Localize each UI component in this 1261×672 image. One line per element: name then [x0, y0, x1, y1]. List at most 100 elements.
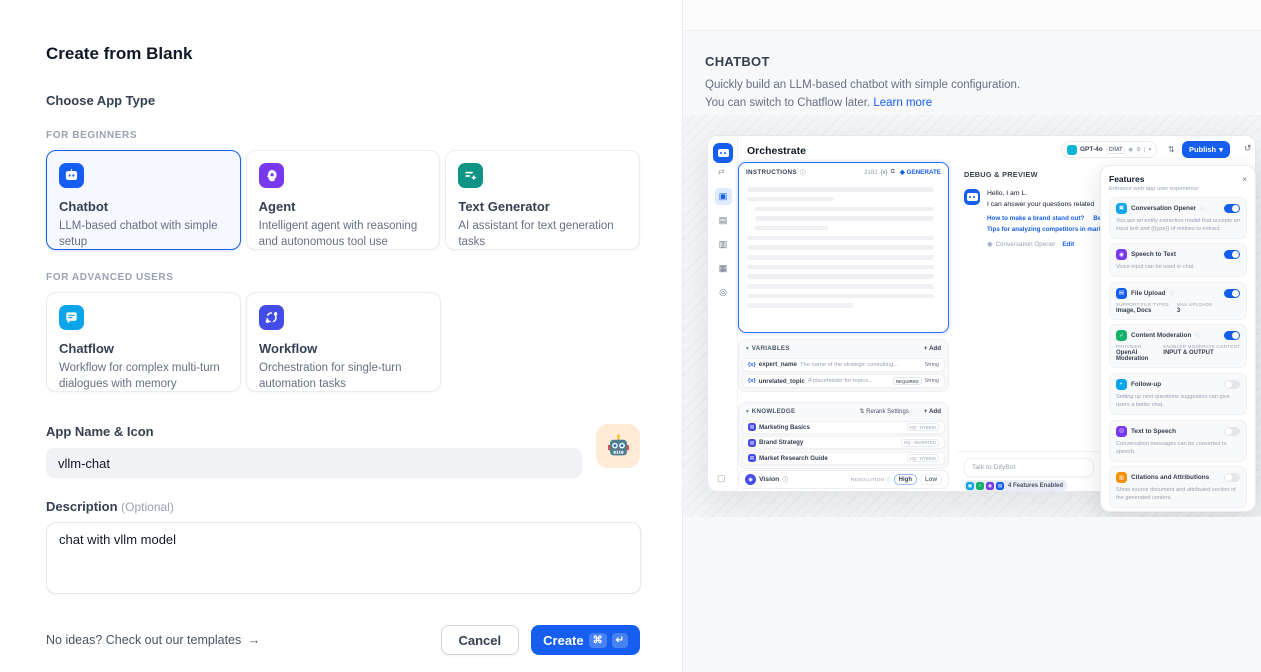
vision-row: ◉ Vision ⓘ RESOLUTION ⓘ High Low	[738, 470, 949, 489]
features-title: Features	[1109, 174, 1144, 184]
preview-illustration: ⇄ ▣ ▤ ▥ ▦ ◎ ▢ Orchestrate GPT-4o CHAT ◉ …	[683, 115, 1261, 517]
document-icon: ▤	[748, 454, 756, 462]
app-type-name: Chatbot	[59, 199, 228, 214]
add-variable-button: + Add	[924, 345, 941, 352]
features-panel: Features × Enhance web app user experien…	[1100, 165, 1256, 512]
knowledge-tag: HQ · HYBRID	[907, 454, 940, 462]
text-to-speech-icon: ◎	[1116, 426, 1127, 437]
variables-section: ▾ VARIABLES + Add {x} expert_name The na…	[738, 339, 949, 392]
swap-icon: ⇄	[718, 167, 725, 176]
document-icon: ▤	[748, 439, 756, 447]
feature-toggle	[1224, 289, 1240, 298]
page-title: Create from Blank	[46, 44, 640, 64]
feature-card-text-to-speech: ◎ Text to Speech Conversation messages c…	[1109, 420, 1247, 462]
feature-desc: You are an entity extraction model that …	[1116, 217, 1240, 233]
char-count: 2182	[864, 170, 877, 176]
templates-link[interactable]: No ideas? Check out our templates →	[46, 633, 441, 647]
description-textarea[interactable]: chat with vllm model	[46, 522, 641, 594]
col-value: Image, Docs	[1116, 308, 1169, 314]
app-type-description: Workflow for complex multi-turn dialogue…	[59, 360, 228, 392]
app-name-label: App Name & Icon	[46, 424, 582, 439]
instructions-card: INSTRUCTIONS ⓘ 2182 {x} ⧉ ◆ GENERATE	[738, 162, 949, 333]
create-app-screen: Create from Blank Choose App Type FOR BE…	[0, 0, 1261, 672]
history-icon: ↺	[1244, 143, 1252, 154]
feature-desc: Voice input can be used in chat.	[1116, 263, 1240, 271]
feature-card-citations: ▥ Citations and Attributions Show source…	[1109, 466, 1247, 508]
nav-orchestrate-icon: ▣	[715, 188, 732, 205]
opener-icon: ◉	[987, 241, 993, 248]
gear-icon: ⚙	[1136, 147, 1141, 153]
choose-app-type-heading: Choose App Type	[46, 93, 640, 108]
mock-title: Orchestrate	[747, 145, 806, 157]
document-icon: ▤	[748, 423, 756, 431]
feature-card-file-upload: ▤ File Upload ⓘ SUPPORT FILE TYPES Image…	[1109, 282, 1247, 320]
sliders-icon: ⇅	[1168, 145, 1175, 154]
bot-message: Hello, I am L. I can answer your questio…	[987, 189, 1101, 248]
suggestion-links: How to make a brand stand out?Bes	[987, 215, 1101, 222]
model-mode-badge: CHAT	[1106, 146, 1126, 154]
content-moderation-icon: ✓	[1116, 330, 1127, 341]
variable-type: String	[925, 362, 939, 368]
app-type-card-agent[interactable]: Agent Intelligent agent with reasoning a…	[246, 150, 441, 250]
app-type-name: Agent	[259, 199, 428, 214]
feature-name: Citations and Attributions	[1131, 474, 1209, 481]
knowledge-section: ▾ KNOWLEDGE ⇅ Rerank Settings + Add ▤ Ma…	[738, 402, 949, 469]
greeting-line: Hello, I am L.	[987, 189, 1101, 200]
app-type-card-text-generator[interactable]: Text Generator AI assistant for text gen…	[445, 150, 640, 250]
variable-type: String	[925, 378, 939, 384]
suggestion-links: Tips for analyzing competitors in market	[987, 226, 1101, 233]
chevron-down-icon: ▾	[746, 409, 749, 415]
feature-toggle	[1224, 331, 1240, 340]
app-name-input[interactable]	[46, 448, 582, 478]
workflow-icon	[259, 305, 284, 330]
conversation-opener-icon: ▣	[1116, 203, 1127, 214]
app-type-description: Orchestration for single-turn automation…	[259, 360, 428, 392]
knowledge-row: ▤ Marketing Basics HQ · HYBRID	[742, 421, 945, 434]
app-icon-picker[interactable]	[596, 424, 640, 468]
app-type-card-chatflow[interactable]: Chatflow Workflow for complex multi-turn…	[46, 292, 241, 392]
variable-desc: The name of the strategic consulting...	[800, 362, 922, 368]
chevron-down-icon: ▾	[746, 346, 749, 352]
required-badge: REQUIRED	[893, 377, 922, 385]
feature-toggle	[1224, 427, 1240, 436]
divider-icon: |	[1144, 147, 1145, 153]
create-button[interactable]: Create ⌘ ↵	[531, 625, 640, 655]
cancel-button[interactable]: Cancel	[441, 625, 520, 655]
resolution-high-chip: High	[894, 474, 917, 485]
knowledge-label: KNOWLEDGE	[752, 408, 796, 415]
feature-card-speech-to-text: ◉ Speech to Text Voice input can be used…	[1109, 243, 1247, 277]
knowledge-name: Market Research Guide	[759, 455, 828, 462]
feature-toggle	[1224, 473, 1240, 482]
agent-icon	[259, 163, 284, 188]
app-type-card-chatbot[interactable]: Chatbot LLM-based chatbot with simple se…	[46, 150, 241, 250]
model-name: GPT-4o	[1080, 146, 1103, 153]
instructions-label: INSTRUCTIONS	[746, 169, 797, 176]
chat-input-placeholder: Talk to DifyBot	[964, 458, 1094, 477]
feature-card-conversation-opener: ▣ Conversation Opener ⓘ You are an entit…	[1109, 197, 1247, 239]
knowledge-name: Marketing Basics	[759, 424, 810, 431]
variable-name: unrelated_topic	[759, 378, 805, 385]
features-enabled-count: 4 Features Enabled	[1008, 483, 1063, 489]
learn-more-link[interactable]: Learn more	[873, 97, 932, 109]
feature-name: Follow-up	[1131, 381, 1161, 388]
nav-settings-icon: ◎	[715, 284, 732, 301]
debug-preview-heading: DEBUG & PREVIEW	[964, 170, 1038, 179]
conversation-opener-row: ◉ Conversation Opener Edit	[987, 241, 1101, 248]
model-provider-icon	[1067, 145, 1077, 155]
create-from-blank-panel: Create from Blank Choose App Type FOR BE…	[0, 0, 683, 672]
app-type-name: Chatflow	[59, 341, 228, 356]
knowledge-row: ▤ Market Research Guide HQ · HYBRID	[742, 452, 945, 465]
description-block: Description (Optional) chat with vllm mo…	[46, 499, 640, 599]
app-type-card-workflow[interactable]: Workflow Orchestration for single-turn a…	[246, 292, 441, 392]
preview-info: CHATBOT Quickly build an LLM-based chatb…	[683, 31, 1261, 113]
follow-up-icon: ◐	[1116, 379, 1127, 390]
for-beginners-label: FOR BEGINNERS	[46, 130, 640, 141]
feature-card-follow-up: ◐ Follow-up Setting up next questions su…	[1109, 373, 1247, 415]
col-value: OpenAI Moderation	[1116, 350, 1155, 362]
chevron-down-icon: ▾	[1148, 147, 1151, 153]
info-icon: ⓘ	[1200, 205, 1205, 212]
greeting-line: I can answer your questions related	[987, 200, 1101, 211]
app-type-preview-panel: CHATBOT Quickly build an LLM-based chatb…	[683, 0, 1261, 672]
edit-link: Edit	[1062, 241, 1074, 248]
info-icon: ⓘ	[1195, 332, 1200, 339]
